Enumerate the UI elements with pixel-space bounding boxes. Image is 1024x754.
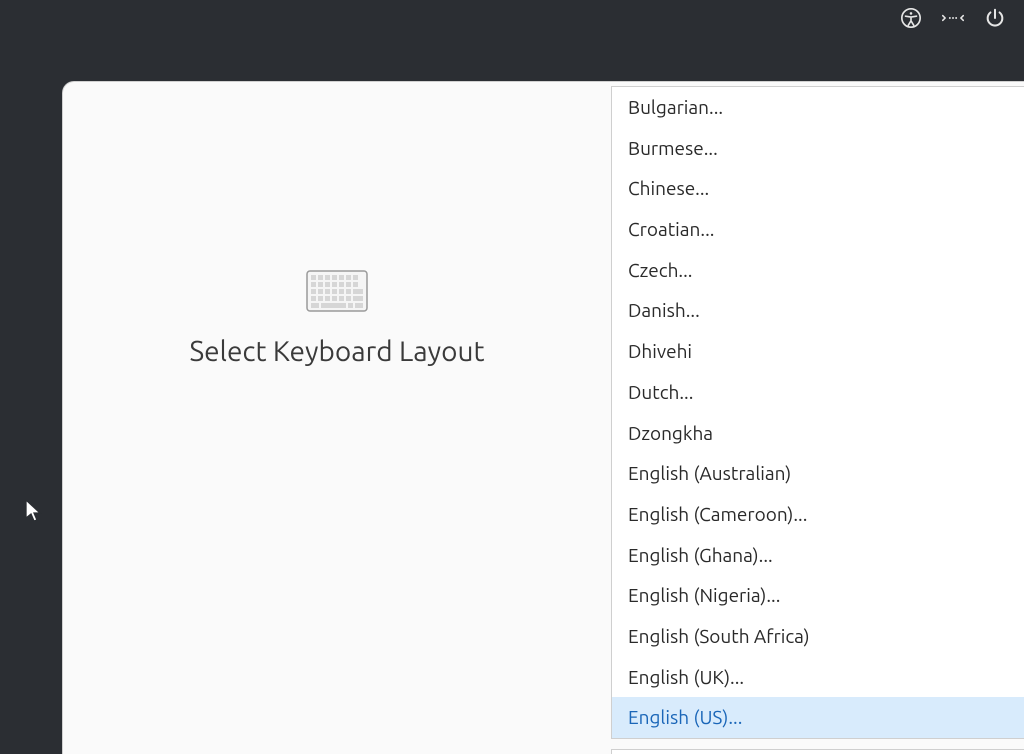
layout-item[interactable]: English (Australian) (612, 453, 1024, 494)
layout-item[interactable]: Dzongkha (612, 413, 1024, 454)
keyboard-layout-switch-icon[interactable] (942, 7, 964, 29)
top-bar (900, 0, 1024, 36)
layout-item[interactable]: Dhivehi (612, 331, 1024, 372)
layout-item[interactable]: English (US)... (612, 697, 1024, 738)
layout-item[interactable]: Croatian... (612, 209, 1024, 250)
layout-item[interactable]: English (Ghana)... (612, 535, 1024, 576)
test-input-container (611, 749, 1024, 754)
layout-item[interactable]: Czech... (612, 250, 1024, 291)
mouse-cursor-icon (24, 498, 44, 528)
layout-item[interactable]: English (Cameroon)... (612, 494, 1024, 535)
layout-item[interactable]: English (Nigeria)... (612, 575, 1024, 616)
layout-item[interactable]: English (UK)... (612, 657, 1024, 698)
layout-item[interactable]: Chinese... (612, 168, 1024, 209)
layout-item[interactable]: Bulgarian... (612, 87, 1024, 128)
left-pane: Select Keyboard Layout (63, 82, 611, 754)
layout-item[interactable]: English (South Africa) (612, 616, 1024, 657)
page-title: Select Keyboard Layout (190, 336, 485, 367)
layout-list[interactable]: Bulgarian...Burmese...Chinese...Croatian… (611, 86, 1024, 739)
layout-item[interactable]: Burmese... (612, 128, 1024, 169)
test-layout-input[interactable] (612, 750, 1024, 754)
layout-item[interactable]: Danish... (612, 290, 1024, 331)
right-pane: Bulgarian...Burmese...Chinese...Croatian… (611, 82, 1024, 754)
installer-window: Select Keyboard Layout Bulgarian...Burme… (62, 81, 1024, 754)
keyboard-icon (306, 270, 368, 312)
accessibility-icon[interactable] (900, 7, 922, 29)
power-icon[interactable] (984, 7, 1006, 29)
layout-item[interactable]: Dutch... (612, 372, 1024, 413)
